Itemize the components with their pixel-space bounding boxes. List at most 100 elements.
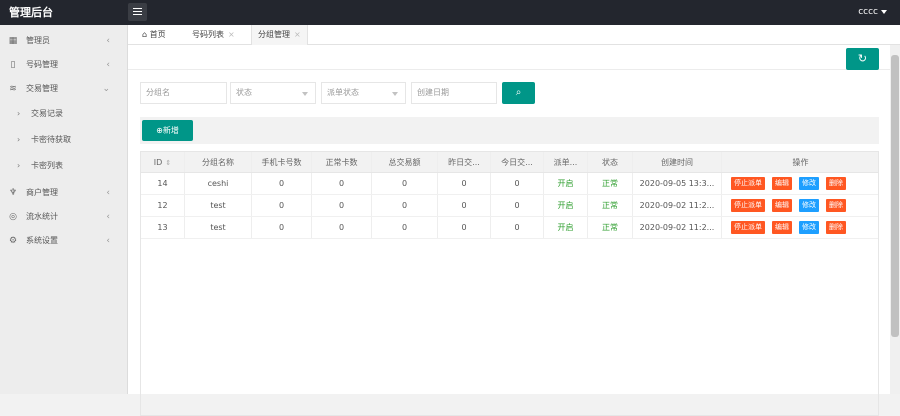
scrollbar-thumb[interactable]: [891, 55, 899, 337]
table-header: ID ⇕ 分组名称 手机卡号数 正常卡数 总交易额 昨日交... 今日交... 派…: [141, 152, 878, 173]
chevron-right-icon: ›: [17, 135, 21, 144]
status-select[interactable]: 状态: [230, 82, 316, 104]
column-header: 昨日交...: [438, 152, 491, 172]
sort-icon[interactable]: ⇕: [165, 159, 171, 167]
refresh-icon: ↻: [857, 52, 868, 65]
refresh-button[interactable]: ↻: [846, 48, 879, 70]
stack-icon: ≋: [9, 84, 17, 94]
tab-bar: ⌂ 首页 号码列表 × 分组管理 ×: [128, 25, 900, 45]
sidebar-item-stats[interactable]: ◎ 流水统计 ‹: [0, 205, 127, 229]
close-icon[interactable]: ×: [228, 30, 235, 39]
user-name: cccc: [858, 7, 878, 17]
group-name-input[interactable]: 分组名: [140, 82, 227, 104]
cell-status: 正常: [588, 173, 633, 194]
delete-button[interactable]: 删除: [826, 221, 846, 234]
tab-number-list[interactable]: 号码列表 ×: [192, 25, 235, 45]
main-content: ↻ 分组名 状态 派单状态 创建日期 ⌕ ⊕新增 ID ⇕ 分组名称 手机卡号数 …: [128, 45, 890, 416]
column-header: 今日交...: [491, 152, 544, 172]
modify-button[interactable]: 修改: [799, 177, 819, 190]
refresh-bar: ↻: [128, 45, 890, 70]
chevron-right-icon: ›: [17, 109, 21, 118]
column-header: 手机卡号数: [252, 152, 312, 172]
sidebar-item-admin[interactable]: ▦ 管理员 ‹: [0, 29, 127, 53]
add-button[interactable]: ⊕新增: [142, 120, 193, 141]
cell-actions: 停止派单 编辑 修改 删除: [722, 217, 879, 238]
tab-group-management[interactable]: 分组管理 ×: [251, 25, 308, 45]
modify-button[interactable]: 修改: [799, 199, 819, 212]
dropdown-arrow-icon: [302, 92, 308, 96]
chevron-left-icon: ‹: [106, 212, 110, 222]
table-toolbar: ⊕新增: [140, 117, 879, 144]
sidebar-subitem-card-list[interactable]: › 卡密列表: [0, 153, 127, 179]
chevron-left-icon: ‹: [106, 236, 110, 246]
sidebar-item-settings[interactable]: ⚙ 系统设置 ‹: [0, 229, 127, 253]
sidebar-item-number-management[interactable]: ▯ 号码管理 ‹: [0, 53, 127, 77]
chevron-left-icon: ‹: [106, 60, 110, 70]
column-header: 派单...: [544, 152, 588, 172]
stop-dispatch-button[interactable]: 停止派单: [731, 221, 765, 234]
edit-button[interactable]: 编辑: [772, 199, 792, 212]
cell-yesterday-amount: 0: [438, 173, 491, 194]
vertical-scrollbar[interactable]: [890, 45, 900, 394]
sidebar-item-merchant[interactable]: ♆ 商户管理 ‹: [0, 181, 127, 205]
cell-dispatch: 开启: [544, 173, 588, 194]
edit-button[interactable]: 编辑: [772, 221, 792, 234]
stop-dispatch-button[interactable]: 停止派单: [731, 199, 765, 212]
cell-normal-card-count: 0: [312, 173, 372, 194]
edit-button[interactable]: 编辑: [772, 177, 792, 190]
table-row: 13 test 0 0 0 0 0 开启 正常 2020-09-02 11:2.…: [141, 217, 878, 239]
sidebar-subitem-card-pending[interactable]: › 卡密待获取: [0, 127, 127, 153]
cell-dispatch: 开启: [544, 217, 588, 238]
search-button[interactable]: ⌕: [502, 82, 535, 104]
menu-toggle-button[interactable]: [128, 3, 147, 21]
cell-id: 14: [141, 173, 185, 194]
cell-phone-card-count: 0: [252, 195, 312, 216]
column-header: 正常卡数: [312, 152, 372, 172]
cell-id: 13: [141, 217, 185, 238]
cell-total-amount: 0: [372, 173, 438, 194]
column-header: 操作: [792, 158, 809, 167]
cell-group-name: ceshi: [185, 173, 252, 194]
sidebar: ▦ 管理员 ‹ ▯ 号码管理 ‹ ≋ 交易管理 ⌄ › 交易记录 › 卡密待获取…: [0, 25, 128, 394]
sidebar-item-trade-management[interactable]: ≋ 交易管理 ⌄: [0, 77, 127, 101]
modify-button[interactable]: 修改: [799, 221, 819, 234]
dropdown-arrow-icon: [392, 92, 398, 96]
cell-total-amount: 0: [372, 217, 438, 238]
column-header[interactable]: ID ⇕: [141, 152, 185, 172]
cell-actions: 停止派单 编辑 修改 删除: [722, 173, 879, 194]
dispatch-status-select[interactable]: 派单状态: [321, 82, 406, 104]
cell-today-amount: 0: [491, 195, 544, 216]
cell-created-time: 2020-09-02 11:2...: [633, 195, 722, 216]
cell-total-amount: 0: [372, 195, 438, 216]
cell-created-time: 2020-09-05 13:3...: [633, 173, 722, 194]
create-date-input[interactable]: 创建日期: [411, 82, 497, 104]
cell-status: 正常: [588, 217, 633, 238]
close-icon[interactable]: ×: [294, 30, 301, 39]
cell-dispatch: 开启: [544, 195, 588, 216]
table-row: 14 ceshi 0 0 0 0 0 开启 正常 2020-09-05 13:3…: [141, 173, 878, 195]
settings-icon: ⚙: [8, 236, 18, 246]
cell-normal-card-count: 0: [312, 217, 372, 238]
stop-dispatch-button[interactable]: 停止派单: [731, 177, 765, 190]
column-header: 分组名称: [185, 152, 252, 172]
cell-normal-card-count: 0: [312, 195, 372, 216]
cell-actions: 停止派单 编辑 修改 删除: [722, 195, 879, 216]
delete-button[interactable]: 删除: [826, 177, 846, 190]
delete-button[interactable]: 删除: [826, 199, 846, 212]
column-header: 状态: [588, 152, 633, 172]
cell-today-amount: 0: [491, 173, 544, 194]
column-header: 总交易额: [372, 152, 438, 172]
top-header: 管理后台 cccc: [0, 0, 900, 25]
table-empty-space: [141, 239, 878, 415]
chevron-left-icon: ‹: [106, 36, 110, 46]
chevron-right-icon: ›: [17, 161, 21, 170]
tab-home[interactable]: ⌂ 首页: [142, 25, 166, 45]
cell-group-name: test: [185, 195, 252, 216]
group-table: ID ⇕ 分组名称 手机卡号数 正常卡数 总交易额 昨日交... 今日交... 派…: [140, 151, 879, 416]
sidebar-subitem-trade-records[interactable]: › 交易记录: [0, 101, 127, 127]
user-menu[interactable]: cccc: [858, 0, 887, 25]
table-row: 12 test 0 0 0 0 0 开启 正常 2020-09-02 11:2.…: [141, 195, 878, 217]
search-icon: ⌕: [515, 87, 522, 98]
cell-phone-card-count: 0: [252, 217, 312, 238]
merchant-icon: ♆: [8, 188, 18, 198]
